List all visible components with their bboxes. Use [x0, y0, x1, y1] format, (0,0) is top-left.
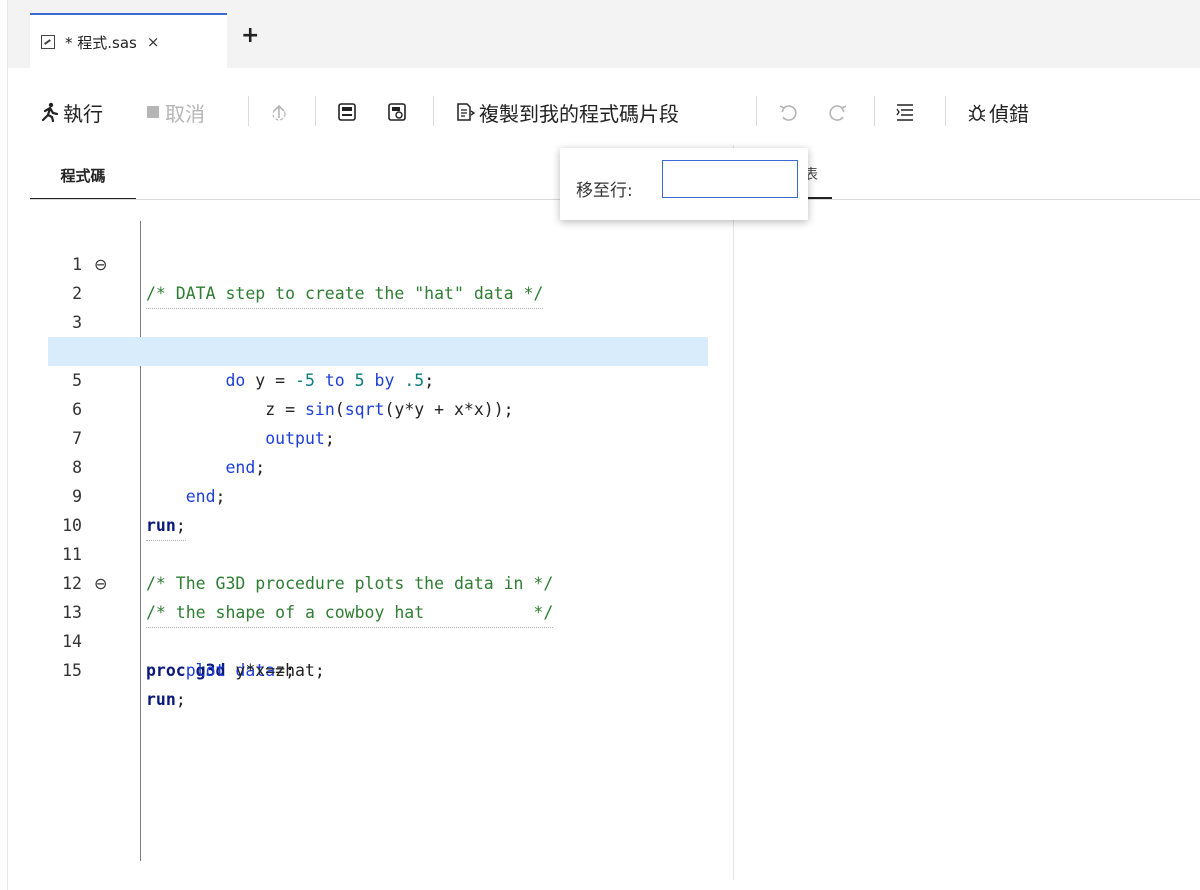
run-label: 執行: [63, 101, 103, 126]
code-text[interactable]: run;: [146, 685, 186, 714]
debug-button[interactable]: 偵錯: [967, 96, 1029, 128]
add-tab-button[interactable]: +: [241, 25, 259, 47]
code-text[interactable]: plot y*x=z;: [146, 656, 295, 685]
run-button[interactable]: 執行: [39, 96, 103, 128]
goto-line-input[interactable]: [662, 160, 798, 198]
current-code-line[interactable]: 5 z = sin(sqrt(y*y + x*x));: [48, 337, 708, 419]
run-icon: [41, 102, 59, 122]
code-line[interactable]: 11 /* The G3D procedure plots the data i…: [48, 511, 708, 593]
close-tab-icon[interactable]: ×: [147, 33, 160, 51]
copy-to-snippets-button[interactable]: 複製到我的程式碼片段: [455, 96, 679, 128]
undo-button[interactable]: [778, 96, 798, 128]
upload-icon: [272, 104, 286, 121]
format-code-icon: [896, 104, 913, 121]
collapse-icon[interactable]: ⊖: [94, 569, 107, 598]
code-line[interactable]: 6 output;: [48, 366, 708, 448]
program-file-icon: [41, 35, 55, 49]
redo-button[interactable]: [828, 96, 848, 128]
code-line[interactable]: 8 end;: [48, 424, 708, 506]
toolbar-separator: [945, 96, 946, 126]
copy-to-snippets-label: 複製到我的程式碼片段: [479, 101, 679, 126]
code-line[interactable]: 15 run;: [48, 627, 708, 709]
tab-bar: * 程式.sas × +: [8, 0, 1200, 69]
code-line[interactable]: 12 /* the shape of a cowboy hat */: [48, 540, 708, 628]
editor-toolbar: 執行 取消 複製到我的程式碼片段 偵錯: [8, 68, 1200, 158]
code-editor[interactable]: 1 /* DATA step to create the "hat" data …: [48, 221, 708, 861]
stop-icon: [147, 106, 159, 118]
save-as-button[interactable]: [387, 96, 407, 128]
code-line[interactable]: 1 /* DATA step to create the "hat" data …: [48, 221, 708, 309]
pane-divider[interactable]: [733, 145, 734, 880]
cancel-button[interactable]: 取消: [147, 96, 205, 128]
toolbar-separator: [874, 96, 875, 126]
code-line[interactable]: 4 do y = -5 to 5 by .5;: [48, 308, 708, 390]
toolbar-separator: [756, 96, 757, 126]
toolbar-separator: [315, 96, 316, 126]
code-line[interactable]: 7 end;: [48, 395, 708, 477]
tab-program-sas[interactable]: * 程式.sas ×: [30, 13, 227, 69]
toolbar-separator: [248, 96, 249, 126]
snippet-icon: [457, 103, 475, 121]
goto-line-label: 移至行:: [576, 181, 633, 201]
redo-icon: [829, 105, 847, 121]
code-line[interactable]: 14 plot y*x=z;: [48, 598, 708, 680]
goto-line-popup: 移至行:: [560, 148, 808, 220]
bug-icon: [968, 104, 986, 122]
save-icon: [338, 103, 356, 121]
debug-label: 偵錯: [989, 101, 1029, 126]
code-line[interactable]: 2 ⊖ data hat;: [48, 250, 708, 361]
code-line[interactable]: 10: [48, 482, 708, 535]
undo-icon: [779, 105, 797, 121]
code-line[interactable]: 3 do x = -5 to 5 by .5;: [48, 279, 708, 361]
cancel-label: 取消: [165, 101, 205, 126]
tab-title: * 程式.sas: [65, 33, 137, 52]
tab-code[interactable]: 程式碼: [30, 152, 136, 200]
save-as-icon: [388, 103, 406, 121]
collapse-icon[interactable]: ⊖: [94, 250, 107, 279]
format-code-button[interactable]: [895, 96, 915, 128]
submit-upload-button[interactable]: [270, 96, 288, 128]
code-line[interactable]: 13 ⊖ proc g3d data=hat;: [48, 569, 708, 680]
code-line[interactable]: 9 run;: [48, 453, 708, 541]
line-number: 15: [62, 661, 82, 680]
save-button[interactable]: [337, 96, 357, 128]
toolbar-separator: [433, 96, 434, 126]
